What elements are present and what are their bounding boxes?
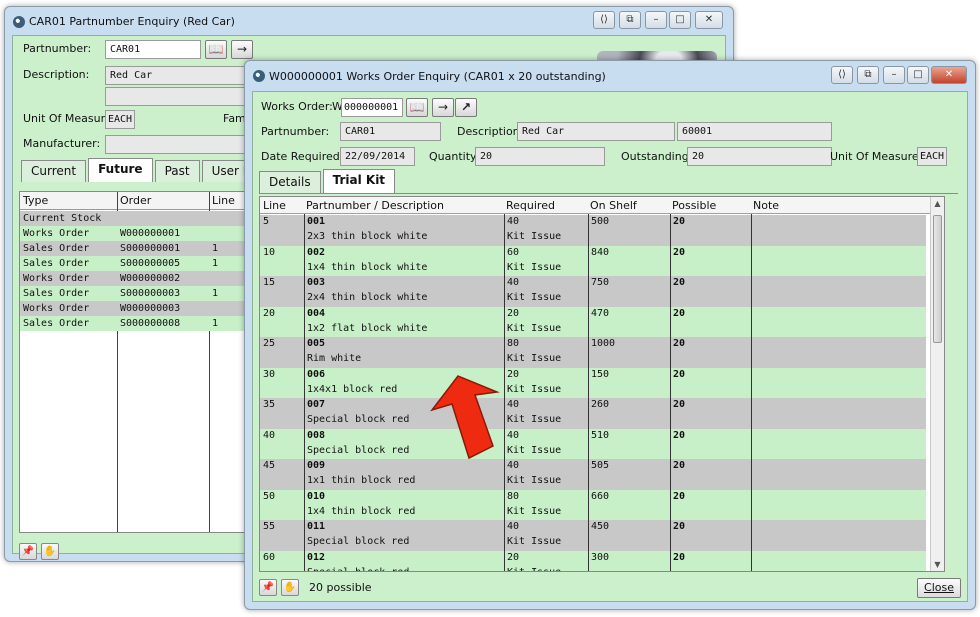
arrow-shape <box>429 375 500 460</box>
red-pointer-arrow-icon <box>429 375 500 460</box>
